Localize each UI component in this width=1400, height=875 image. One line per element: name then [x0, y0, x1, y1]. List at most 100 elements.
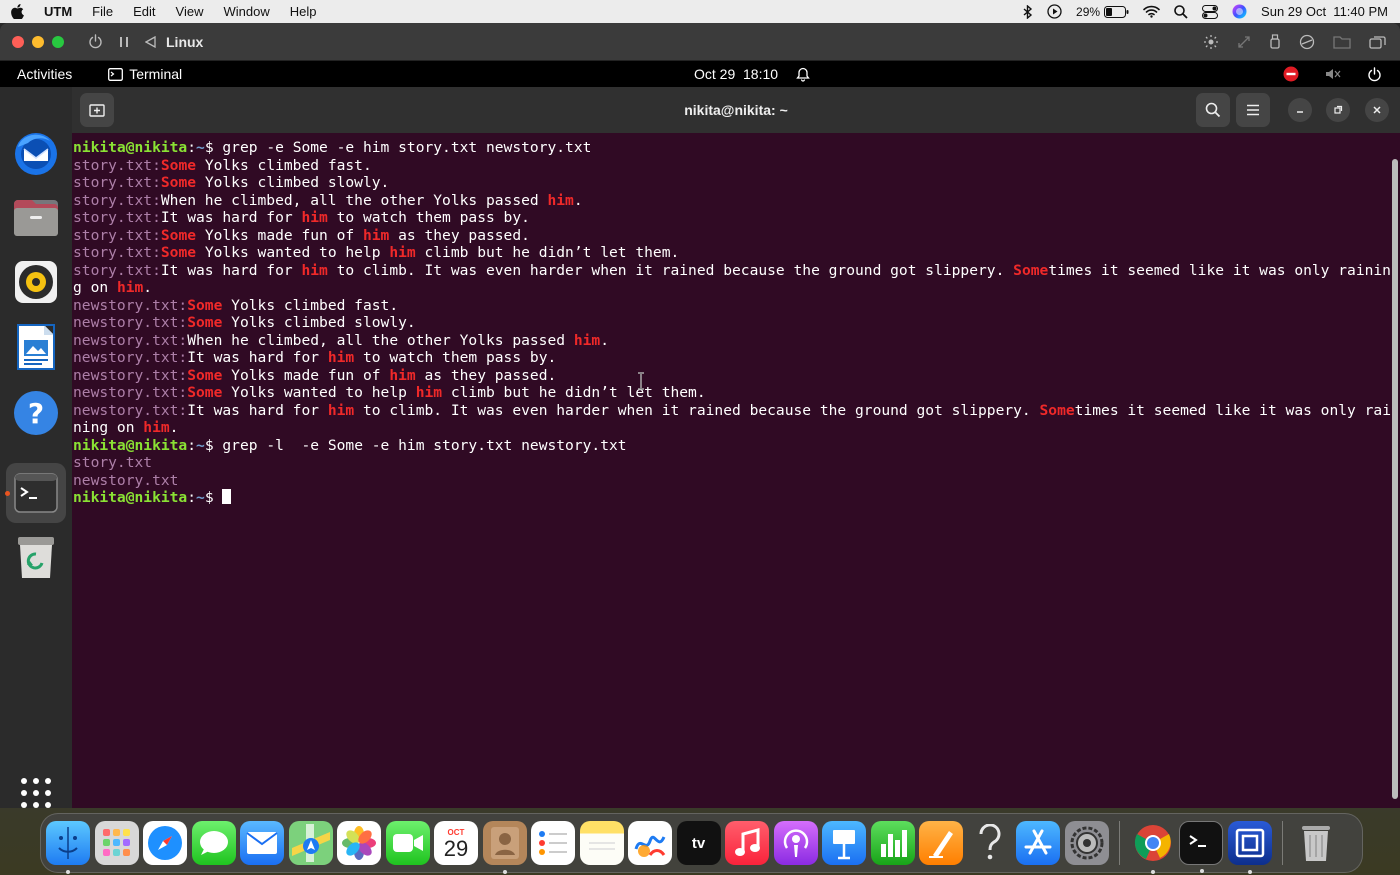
- photos-icon[interactable]: [337, 821, 381, 865]
- numbers-icon[interactable]: [870, 821, 915, 865]
- drive-icon[interactable]: [1299, 34, 1315, 50]
- menu-app-name[interactable]: UTM: [34, 4, 82, 19]
- terminal-text: :: [187, 139, 197, 156]
- reminders-icon[interactable]: [531, 821, 575, 865]
- contacts-icon[interactable]: [482, 821, 527, 874]
- prompt-user: nikita@nikita: [73, 436, 188, 454]
- terminal-text: to watch them pass by.: [354, 349, 557, 366]
- menu-edit[interactable]: Edit: [123, 4, 165, 19]
- resize-icon[interactable]: [1237, 35, 1251, 49]
- usb-icon[interactable]: [1269, 33, 1281, 50]
- podcasts-icon[interactable]: [773, 821, 818, 865]
- safari-icon[interactable]: [143, 821, 187, 865]
- siri-icon[interactable]: [1232, 4, 1247, 19]
- terminal-line: newstory.txt:It was hard for him to watc…: [73, 349, 1389, 367]
- help-icon[interactable]: ?: [12, 389, 60, 437]
- trash-icon[interactable]: [12, 533, 60, 581]
- thunderbird-icon[interactable]: [12, 129, 60, 177]
- topbar-clock[interactable]: Oct 29 18:10: [694, 66, 810, 82]
- terminal-dock-icon[interactable]: [6, 463, 66, 523]
- files-icon[interactable]: [12, 193, 60, 241]
- keynote-icon[interactable]: [822, 821, 866, 865]
- minimize-button[interactable]: [1288, 98, 1312, 122]
- apple-menu-icon[interactable]: [0, 4, 34, 19]
- show-apps-grid-icon[interactable]: [12, 769, 60, 808]
- tips-question-icon[interactable]: [968, 821, 1012, 865]
- utm-app-icon[interactable]: [1227, 821, 1272, 874]
- macos-terminal-icon[interactable]: [1179, 821, 1223, 873]
- terminal-line: story.txt:Some Yolks climbed fast.: [73, 157, 1389, 175]
- freeform-icon[interactable]: [628, 821, 672, 865]
- calendar-day: 29: [443, 835, 469, 861]
- terminal-text: climb but he didn’t let them.: [415, 244, 680, 261]
- pause-icon[interactable]: [119, 36, 129, 48]
- terminal-headerbar: nikita@nikita: ~: [72, 87, 1400, 133]
- system-power-icon[interactable]: [1367, 66, 1382, 82]
- calendar-icon[interactable]: OCT 29: [434, 821, 478, 865]
- menu-help[interactable]: Help: [280, 4, 327, 19]
- topbar-app-menu[interactable]: Terminal: [108, 66, 182, 82]
- launchpad-icon[interactable]: [94, 821, 139, 865]
- volume-muted-icon[interactable]: [1325, 67, 1341, 81]
- terminal-text: $: [204, 489, 223, 506]
- system-settings-icon[interactable]: [1064, 821, 1109, 865]
- wifi-icon[interactable]: [1143, 5, 1160, 18]
- terminal-line: newstory.txt:When he climbed, all the ot…: [73, 332, 1389, 350]
- menu-file[interactable]: File: [82, 4, 123, 19]
- trash-bin-icon[interactable]: [1294, 821, 1338, 865]
- facetime-icon[interactable]: [385, 821, 430, 865]
- menu-view[interactable]: View: [166, 4, 214, 19]
- pages-icon[interactable]: [919, 821, 963, 865]
- control-center-icon[interactable]: [1202, 4, 1219, 19]
- terminal-line: newstory.txt:Some Yolks wanted to help h…: [73, 384, 1389, 402]
- power-icon[interactable]: [88, 34, 103, 49]
- menubar-clock[interactable]: Sun 29 Oct 11:40 PM: [1261, 4, 1388, 19]
- close-icon: [1373, 106, 1381, 114]
- grep-match: Some: [160, 156, 197, 174]
- search-button[interactable]: [1196, 93, 1230, 127]
- terminal-output[interactable]: nikita@nikita:~$ grep -e Some -e him sto…: [73, 139, 1391, 804]
- terminal-scrollbar[interactable]: [1392, 159, 1398, 799]
- minimize-window-button[interactable]: [32, 35, 44, 48]
- bluetooth-icon[interactable]: [1023, 4, 1033, 19]
- battery-status[interactable]: 29%: [1076, 5, 1129, 19]
- rhythmbox-icon[interactable]: [12, 258, 60, 306]
- close-window-button[interactable]: [12, 35, 24, 48]
- app-store-icon[interactable]: [1016, 821, 1060, 865]
- chrome-icon[interactable]: [1131, 821, 1175, 874]
- mac-menu-bar: UTM File Edit View Window Help 29% Sun 2…: [0, 0, 1400, 23]
- terminal-running-dot: [1200, 869, 1204, 873]
- new-tab-button[interactable]: [80, 93, 114, 127]
- mail-icon[interactable]: [240, 821, 284, 865]
- notes-icon[interactable]: [579, 821, 624, 865]
- messages-icon[interactable]: [191, 821, 236, 865]
- apple-tv-icon[interactable]: tv: [676, 821, 721, 865]
- back-triangle-icon[interactable]: [145, 35, 156, 48]
- filename-prefix: story.txt:: [73, 244, 161, 261]
- do-not-disturb-icon[interactable]: [1283, 66, 1299, 82]
- terminal-text: .: [600, 331, 609, 349]
- maps-icon[interactable]: [288, 821, 333, 865]
- terminal-line: ning on him.: [73, 419, 1389, 437]
- close-button[interactable]: [1365, 98, 1389, 122]
- grep-match: Some: [187, 314, 223, 331]
- restore-button[interactable]: [1326, 98, 1350, 122]
- windows-icon[interactable]: [1369, 35, 1386, 49]
- menu-window[interactable]: Window: [213, 4, 279, 19]
- terminal-text: When he climbed, all the other Yolks pas…: [187, 331, 574, 349]
- libreoffice-writer-icon[interactable]: [12, 323, 60, 371]
- search-icon: [1205, 102, 1221, 118]
- now-playing-icon[interactable]: [1047, 4, 1062, 19]
- zoom-window-button[interactable]: [52, 35, 64, 48]
- display-brightness-icon[interactable]: [1203, 34, 1219, 50]
- music-icon[interactable]: [725, 821, 769, 865]
- desktop-wallpaper-strip: OCT 29 tv: [0, 808, 1400, 875]
- spotlight-search-icon[interactable]: [1174, 4, 1188, 19]
- finder-icon[interactable]: [46, 821, 90, 874]
- grep-match: Some: [160, 244, 197, 261]
- terminal-line: nikita@nikita:~$: [73, 489, 1389, 507]
- activities-button[interactable]: Activities: [17, 66, 72, 82]
- shared-folder-icon[interactable]: [1333, 35, 1351, 49]
- terminal-text: Yolks climbed slowly.: [196, 174, 390, 191]
- menu-button[interactable]: [1236, 93, 1270, 127]
